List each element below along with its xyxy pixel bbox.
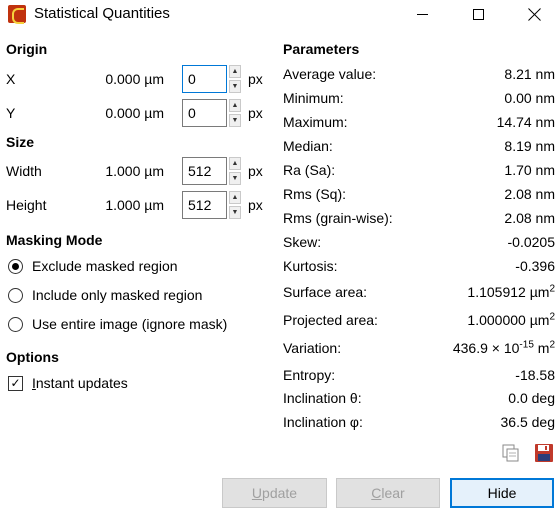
radio-label: Use entire image (ignore mask): [32, 316, 228, 332]
spin-up-icon[interactable]: ▲: [229, 157, 241, 170]
size-height-unit: px: [248, 197, 263, 213]
save-icon[interactable]: [534, 443, 554, 463]
checkmark-icon[interactable]: ✓: [8, 375, 23, 391]
param-name: Entropy:: [283, 367, 336, 383]
radio-include-masked[interactable]: Include only masked region: [8, 287, 202, 303]
param-value: 1.000000 µm2: [467, 311, 555, 328]
param-value: -18.58: [515, 367, 555, 383]
radio-exclude-masked[interactable]: Exclude masked region: [8, 258, 178, 274]
radio-icon[interactable]: [8, 316, 23, 332]
origin-y-value: 0.000 µm: [105, 105, 164, 121]
size-height-input[interactable]: [182, 191, 227, 219]
param-value: 14.74 nm: [496, 114, 555, 130]
size-height-value: 1.000 µm: [105, 197, 164, 213]
param-value: 8.21 nm: [504, 66, 555, 82]
param-name: Kurtosis:: [283, 258, 338, 274]
instant-updates-checkbox[interactable]: ✓ Instant updates: [8, 375, 128, 391]
param-name: Rms (Sq):: [283, 186, 346, 202]
app-icon: [8, 5, 26, 24]
title-bar: Statistical Quantities: [0, 0, 559, 28]
size-width-value: 1.000 µm: [105, 163, 164, 179]
param-name: Skew:: [283, 234, 322, 250]
origin-y-input[interactable]: [182, 99, 227, 127]
size-height-spinner[interactable]: ▲ ▼: [182, 191, 242, 219]
param-name: Median:: [283, 138, 333, 154]
param-value: 8.19 nm: [504, 138, 555, 154]
origin-x-input[interactable]: [182, 65, 227, 93]
size-height-label: Height: [6, 197, 47, 213]
spin-up-icon[interactable]: ▲: [229, 65, 241, 78]
radio-label: Include only masked region: [32, 287, 203, 303]
size-width-spinner[interactable]: ▲ ▼: [182, 157, 242, 185]
param-value: 2.08 nm: [504, 186, 555, 202]
radio-entire-image[interactable]: Use entire image (ignore mask): [8, 316, 227, 332]
size-width-unit: px: [248, 163, 263, 179]
param-name: Maximum:: [283, 114, 348, 130]
spin-down-icon[interactable]: ▼: [229, 114, 241, 127]
instant-updates-label: Instant updates: [32, 375, 128, 391]
param-value: -0.396: [515, 258, 555, 274]
origin-x-spinner[interactable]: ▲ ▼: [182, 65, 242, 93]
minimize-icon: [416, 13, 428, 15]
parameters-heading: Parameters: [283, 41, 360, 57]
param-value: 36.5 deg: [500, 414, 556, 430]
spin-up-icon[interactable]: ▲: [229, 191, 241, 204]
hide-button[interactable]: Hide: [450, 478, 554, 508]
param-name: Inclination θ:: [283, 390, 362, 406]
origin-x-unit: px: [248, 71, 263, 87]
options-heading: Options: [6, 349, 59, 365]
clear-button[interactable]: Clear: [336, 478, 440, 508]
param-name: Inclination φ:: [283, 414, 363, 430]
masking-heading: Masking Mode: [6, 232, 103, 248]
update-button[interactable]: Update: [222, 478, 327, 508]
radio-selected-icon[interactable]: [8, 258, 23, 274]
spin-down-icon[interactable]: ▼: [229, 80, 241, 93]
spin-down-icon[interactable]: ▼: [229, 172, 241, 185]
size-heading: Size: [6, 134, 35, 150]
param-value: 436.9 × 10-15 m2: [452, 339, 555, 356]
size-width-input[interactable]: [182, 157, 227, 185]
close-button[interactable]: [511, 0, 557, 28]
window-title: Statistical Quantities: [34, 5, 170, 22]
origin-x-label: X: [6, 71, 16, 87]
size-width-label: Width: [6, 163, 42, 179]
param-name: Ra (Sa):: [283, 162, 336, 178]
origin-y-unit: px: [248, 105, 263, 121]
param-value: 2.08 nm: [504, 210, 555, 226]
close-icon: [528, 8, 541, 21]
origin-y-spinner[interactable]: ▲ ▼: [182, 99, 242, 127]
spin-down-icon[interactable]: ▼: [229, 206, 241, 219]
maximize-button[interactable]: [455, 0, 501, 28]
param-name: Projected area:: [283, 312, 378, 328]
origin-heading: Origin: [6, 41, 48, 57]
param-value: -0.0205: [507, 234, 555, 250]
minimize-button[interactable]: [399, 0, 445, 28]
maximize-icon: [472, 8, 484, 20]
origin-y-label: Y: [6, 105, 16, 121]
param-value: 1.70 nm: [504, 162, 555, 178]
radio-icon[interactable]: [8, 287, 23, 303]
param-value: 0.00 nm: [504, 90, 555, 106]
param-name: Variation:: [283, 340, 342, 356]
param-value: 0.0 deg: [508, 390, 555, 406]
param-name: Rms (grain-wise):: [283, 210, 393, 226]
param-name: Minimum:: [283, 90, 344, 106]
copy-icon[interactable]: [502, 444, 520, 462]
origin-x-value: 0.000 µm: [105, 71, 164, 87]
param-value: 1.105912 µm2: [467, 283, 555, 300]
radio-label: Exclude masked region: [32, 258, 178, 274]
spin-up-icon[interactable]: ▲: [229, 99, 241, 112]
param-name: Average value:: [283, 66, 377, 82]
param-name: Surface area:: [283, 284, 368, 300]
